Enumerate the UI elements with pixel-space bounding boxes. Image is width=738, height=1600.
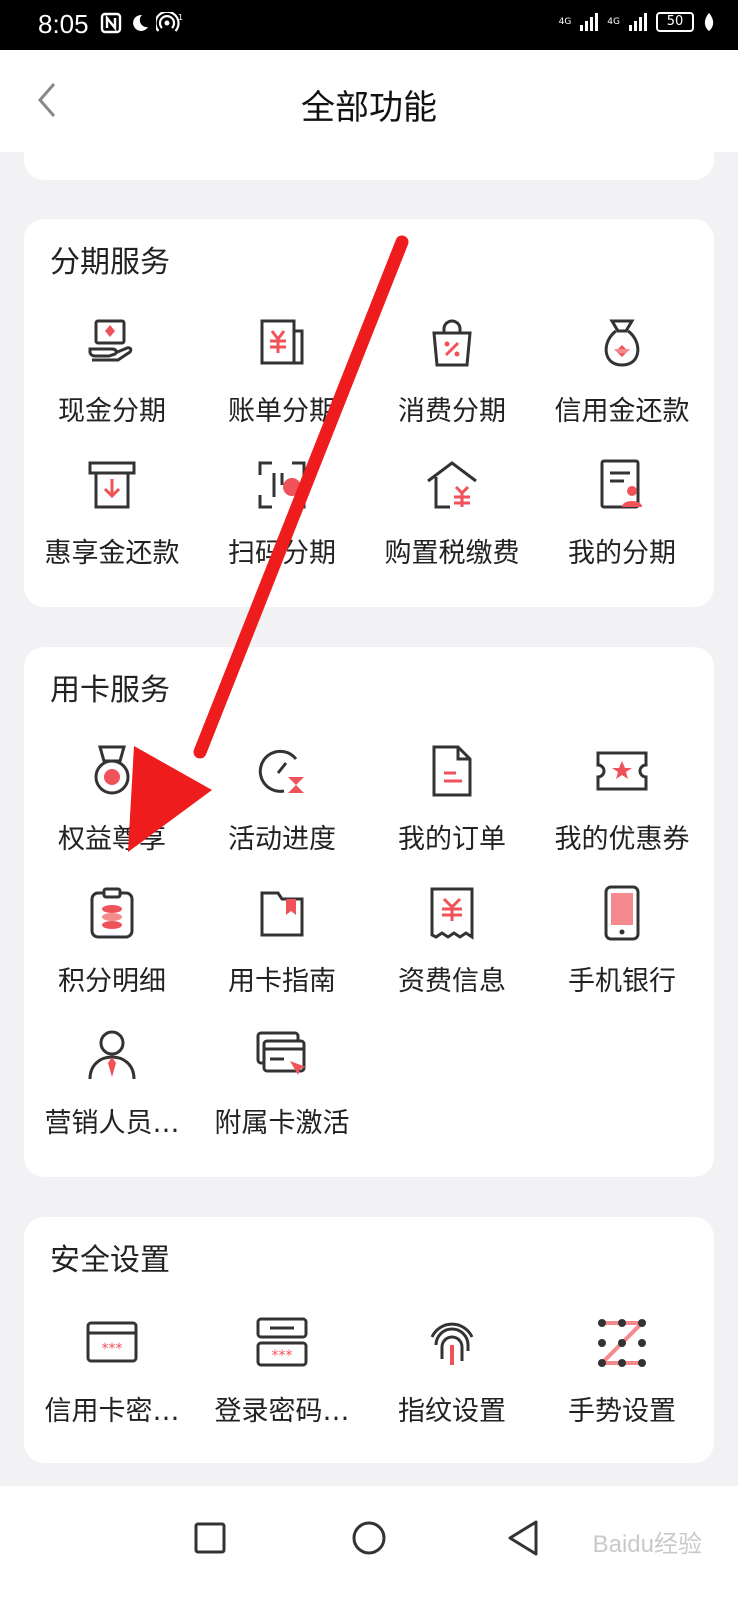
leaf-icon [704,13,714,31]
user-doc-icon [600,459,642,509]
grid-label: 手机银行 [568,966,676,997]
recents-icon[interactable] [182,1510,238,1566]
grid-label: 消费分期 [398,396,506,427]
grid-label: 账单分期 [228,396,336,427]
grid-item-activity-progress[interactable]: 活动进度 [197,743,367,873]
grid-label: 用卡指南 [228,966,336,997]
grid-label: 现金分期 [58,396,166,427]
grid-item-purchase-tax[interactable]: 购置税缴费 [367,457,537,587]
grid-item-gesture[interactable]: 手势设置 [537,1315,707,1445]
grid-label: 信用金还款 [554,396,690,427]
grid-item-fingerprint[interactable]: 指纹设置 [367,1315,537,1445]
login-password-icon: *** [256,1317,308,1367]
scan-icon [258,461,306,509]
watermark: Baidu经验 [592,1531,702,1558]
system-nav-bar: Baidu经验 [0,1486,738,1600]
fingerprint-icon [430,1322,474,1365]
grid-item-bill-installment[interactable]: 账单分期 [197,315,367,445]
network-label-1: 4G [558,16,572,27]
grid-item-cash-installment[interactable]: 现金分期 [27,315,197,445]
grid-item-points-detail[interactable]: 积分明细 [27,885,197,1015]
battery-icon: 50 [656,12,694,32]
card-password-icon: *** [86,1321,138,1363]
grid-item-my-orders[interactable]: 我的订单 [367,743,537,873]
grid-item-consumer-installment[interactable]: 消费分期 [367,315,537,445]
grid-label: 惠享金还款 [44,538,180,569]
status-time: 8:05 [38,9,89,39]
grid-label: 权益尊享 [58,824,166,855]
grid-item-supplementary-card[interactable]: 附属卡激活 [197,1027,367,1157]
grid-item-mobile-bank[interactable]: 手机银行 [537,885,707,1015]
grid-label: 登录密码… [214,1396,350,1427]
coupon-icon [596,751,648,791]
grid-label: 资费信息 [398,966,506,997]
status-icons: 1 [100,12,184,34]
nfc-icon [100,12,122,34]
bill-icon [260,319,304,365]
grid-label: 营销人员… [44,1108,180,1139]
svg-text:1: 1 [178,13,183,22]
gauge-icon [258,749,304,793]
points-icon [90,887,134,939]
previous-section-card [24,128,714,180]
grid-item-credit-repay[interactable]: 信用金还款 [537,315,707,445]
grid-item-card-guide[interactable]: 用卡指南 [197,885,367,1015]
section-title: 用卡服务 [50,673,170,708]
grid-label: 活动进度 [228,824,336,855]
grid-item-my-coupons[interactable]: 我的优惠券 [537,743,707,873]
svg-text:***: *** [272,1348,293,1364]
grid-label: 手势设置 [568,1396,676,1427]
order-doc-icon [432,745,472,797]
download-box-icon [88,461,136,509]
cards-icon [256,1031,306,1075]
gesture-icon [597,1319,647,1367]
money-bag-icon [604,319,640,367]
cash-hand-icon [88,319,133,362]
home-icon[interactable] [341,1510,397,1566]
grid-item-benefits[interactable]: 权益尊享 [27,743,197,873]
moon-icon [133,14,148,31]
grid-label: 购置税缴费 [384,538,520,569]
grid-label: 附属卡激活 [214,1108,350,1139]
medal-icon [94,745,130,795]
salesperson-icon [88,1030,136,1080]
phone-icon [604,885,640,941]
grid-label: 我的分期 [568,538,676,569]
section-title: 分期服务 [50,245,170,280]
status-right: 4G 4G 50 [559,12,716,32]
back-nav-icon[interactable] [496,1510,552,1566]
grid-item-login-password[interactable]: *** 登录密码… [197,1315,367,1445]
signal-icon [580,13,599,31]
grid-item-my-installment[interactable]: 我的分期 [537,457,707,587]
section-installment: 分期服务 现金分期 账单分期 消费分期 信用金还款 惠享金还款 扫码分期 购置税… [24,219,714,607]
status-bar: 8:05 1 4G 4G 50 [0,0,738,50]
grid-label: 我的优惠券 [554,824,690,855]
guide-book-icon [260,891,304,937]
shopping-bag-icon [432,319,472,367]
section-security: 安全设置 *** 信用卡密… *** 登录密码… 指纹设置 手势设置 [24,1217,714,1463]
grid-item-card-password[interactable]: *** 信用卡密… [27,1315,197,1445]
hotspot-icon: 1 [156,12,183,32]
house-yen-icon [427,461,477,509]
svg-text:***: *** [102,1341,123,1357]
grid-item-salesperson[interactable]: 营销人员… [27,1027,197,1157]
grid-label: 扫码分期 [228,538,336,569]
section-card-service: 用卡服务 权益尊享 活动进度 我的订单 我的优惠券 积分明细 用卡指南 资费信息… [24,647,714,1177]
section-title: 安全设置 [50,1243,170,1278]
grid-item-scan-installment[interactable]: 扫码分期 [197,457,367,587]
grid-item-benefit-repay[interactable]: 惠享金还款 [27,457,197,587]
grid-label: 积分明细 [58,966,166,997]
grid-item-fee-info[interactable]: 资费信息 [367,885,537,1015]
grid-label: 我的订单 [398,824,506,855]
signal-icon [629,13,647,31]
receipt-icon [430,887,474,940]
grid-label: 指纹设置 [398,1396,506,1427]
network-label-2: 4G [607,16,620,27]
grid-label: 信用卡密… [44,1396,180,1427]
page-title: 全部功能 [301,88,437,128]
